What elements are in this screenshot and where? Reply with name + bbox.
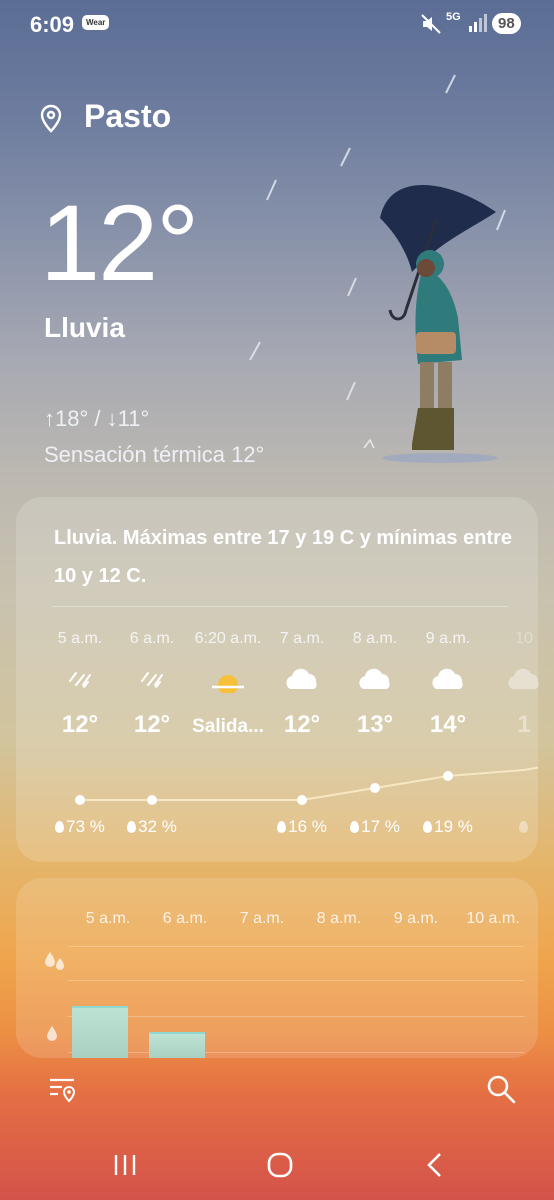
- hour-temperature: Salida...: [192, 716, 264, 737]
- home-icon[interactable]: [266, 1151, 294, 1179]
- current-temperature: 12°: [40, 182, 199, 303]
- precip-time: 10 a.m.: [466, 910, 520, 927]
- hour-time: 7 a.m.: [279, 630, 325, 647]
- precip-gridline: [68, 1016, 524, 1017]
- precip-value: 73 %: [66, 817, 105, 836]
- heavy-rain-drops-icon: [45, 952, 64, 970]
- precip-value: 16 %: [288, 817, 327, 836]
- current-condition: Lluvia: [44, 312, 125, 343]
- wear-badge: Wear: [82, 15, 110, 30]
- rain-person-illustration: [249, 74, 506, 463]
- divider: [52, 606, 508, 607]
- drop-icon: [350, 821, 360, 833]
- sunrise-icon: [188, 665, 268, 695]
- hour-precipitation: 19 %: [408, 817, 488, 837]
- temperature-point: [75, 795, 85, 805]
- forecast-summary: Lluvia. Máximas entre 17 y 19 C y mínima…: [54, 527, 512, 587]
- status-time: 6:09: [30, 12, 75, 37]
- mute-icon: [421, 14, 441, 34]
- temperature-line: [80, 766, 538, 801]
- precip-gridline: [68, 946, 524, 947]
- hour-temperature: 1: [517, 711, 531, 738]
- location-list-icon[interactable]: [48, 1074, 78, 1104]
- temperature-point: [297, 795, 307, 805]
- precip-time: 9 a.m.: [393, 910, 439, 927]
- hour-time: 9 a.m.: [425, 630, 471, 647]
- status-bar: 6:09 Wear 5G 98: [0, 0, 554, 48]
- precip-gridline: [68, 1052, 524, 1053]
- cloud-icon: [484, 665, 554, 693]
- signal-icon: [469, 14, 487, 32]
- drop-icon: [277, 821, 287, 833]
- temperature-trend-line: [75, 766, 538, 805]
- cloud-icon: [335, 665, 415, 693]
- hour-precipitation: 16 %: [262, 817, 342, 837]
- hour-temperature: 12°: [61, 711, 99, 738]
- hour-time: 6:20 a.m.: [194, 630, 262, 647]
- hour-time: 6 a.m.: [129, 630, 175, 647]
- hour-temperature: 14°: [429, 711, 467, 738]
- rain-icon: [40, 665, 120, 693]
- precip-time: 5 a.m.: [85, 910, 131, 927]
- hour-time: 8 a.m.: [352, 630, 398, 647]
- back-icon[interactable]: [424, 1152, 446, 1178]
- hour-precipitation: 32 %: [112, 817, 192, 837]
- min-max-temperature: ↑18° / ↓11°: [44, 406, 150, 431]
- precip-value: 19 %: [434, 817, 473, 836]
- feels-like: Sensación térmica 12°: [44, 442, 265, 467]
- drop-icon: [423, 821, 433, 833]
- cloud-icon: [262, 665, 342, 693]
- temperature-point: [370, 783, 380, 793]
- hour-time: 5 a.m.: [57, 630, 103, 647]
- search-icon[interactable]: [486, 1074, 516, 1104]
- hour-precipitation: [484, 817, 554, 837]
- rain-icon: [112, 665, 192, 693]
- location-pin-icon: [40, 104, 62, 133]
- precip-value: 32 %: [138, 817, 177, 836]
- location-name[interactable]: Pasto: [84, 98, 171, 135]
- network-label: 5G: [446, 11, 461, 23]
- hour-time: 10: [515, 630, 533, 647]
- precip-time: 6 a.m.: [162, 910, 208, 927]
- hour-precipitation: 17 %: [335, 817, 415, 837]
- precip-time: 8 a.m.: [316, 910, 362, 927]
- precip-bar: [72, 1006, 128, 1058]
- drop-icon: [127, 821, 137, 833]
- drop-icon: [518, 821, 528, 833]
- temperature-point: [147, 795, 157, 805]
- recent-apps-icon[interactable]: [112, 1152, 138, 1178]
- precip-value: 17 %: [361, 817, 400, 836]
- hour-temperature: 13°: [356, 711, 394, 738]
- hour-precipitation: 73 %: [40, 817, 120, 837]
- hour-temperature: 12°: [133, 711, 171, 738]
- cloud-icon: [408, 665, 488, 693]
- battery-indicator: 98: [492, 13, 521, 34]
- precip-bar: [149, 1032, 205, 1058]
- temperature-point: [443, 771, 453, 781]
- light-rain-drop-icon: [47, 1026, 57, 1041]
- precip-gridline: [68, 980, 524, 981]
- precipitation-card[interactable]: 5 a.m. 6 a.m. 7 a.m. 8 a.m. 9 a.m. 10 a.m.: [16, 878, 538, 1058]
- hour-temperature: 12°: [283, 711, 321, 738]
- drop-icon: [55, 821, 65, 833]
- precip-time: 7 a.m.: [239, 910, 285, 927]
- hourly-forecast-card[interactable]: Lluvia. Máximas entre 17 y 19 C y mínima…: [16, 497, 539, 862]
